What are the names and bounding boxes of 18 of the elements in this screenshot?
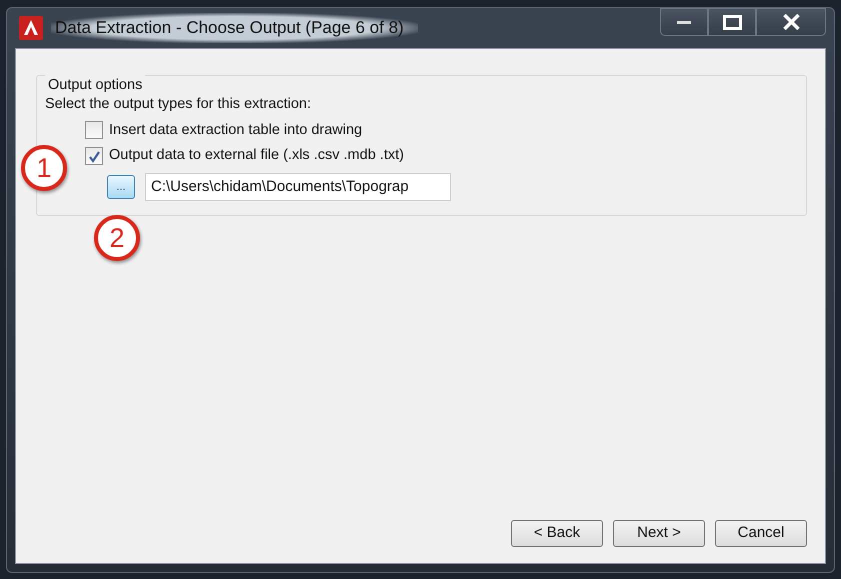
checkbox-label: Output data to external file (.xls .csv .mdb .txt) bbox=[109, 146, 404, 166]
close-icon bbox=[782, 14, 800, 30]
checkbox[interactable] bbox=[85, 121, 103, 140]
minimize-button[interactable] bbox=[660, 8, 708, 36]
checkbox-label: Insert data extraction table into drawing bbox=[109, 120, 362, 140]
wizard-button[interactable]: < Back bbox=[511, 520, 603, 547]
minimize-icon bbox=[677, 20, 691, 24]
app-logo-icon bbox=[19, 16, 43, 40]
wizard-button[interactable]: Cancel bbox=[715, 520, 807, 547]
close-button[interactable] bbox=[756, 8, 826, 36]
maximize-button[interactable] bbox=[708, 8, 756, 36]
instruction-text: Select the output types for this extraction: bbox=[45, 94, 312, 114]
browse-button[interactable]: ... bbox=[107, 175, 135, 199]
maximize-icon bbox=[722, 14, 742, 30]
window-title: Data Extraction - Choose Output (Page 6 of 8) bbox=[51, 13, 418, 43]
checkbox[interactable] bbox=[85, 147, 103, 166]
wizard-button[interactable]: Next > bbox=[613, 520, 705, 547]
file-path-field[interactable]: C:\Users\chidam\Documents\Topograp bbox=[145, 173, 451, 201]
